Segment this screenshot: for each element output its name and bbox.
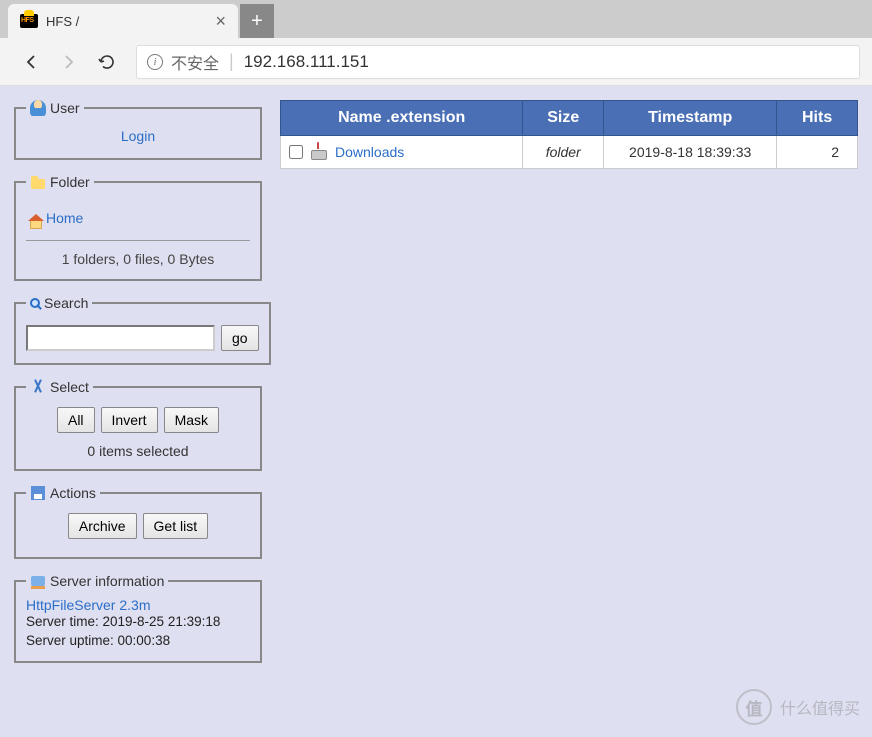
actions-legend-text: Actions: [50, 485, 96, 501]
login-link[interactable]: Login: [26, 124, 250, 148]
hfs-favicon: [20, 14, 38, 28]
actions-panel: Actions Archive Get list: [14, 485, 262, 559]
select-legend: Select: [26, 379, 93, 395]
row-checkbox[interactable]: [289, 145, 303, 159]
watermark-text: 什么值得买: [780, 695, 860, 719]
home-icon: [30, 220, 42, 229]
server-legend: Server information: [26, 573, 168, 589]
entry-timestamp: 2019-8-18 18:39:33: [604, 136, 777, 169]
folder-panel: Folder Home 1 folders, 0 files, 0 Bytes: [14, 174, 262, 281]
new-tab-button[interactable]: +: [240, 4, 274, 38]
page-body: User Login Folder Home 1 folders, 0 file…: [0, 86, 872, 737]
info-icon[interactable]: i: [147, 54, 163, 70]
sidebar: User Login Folder Home 1 folders, 0 file…: [14, 100, 262, 723]
col-hits[interactable]: Hits: [777, 101, 858, 136]
main-content: Name .extension Size Timestamp Hits Down…: [280, 100, 858, 723]
nav-bar: i 不安全 | 192.168.111.151: [0, 38, 872, 86]
address-url: 192.168.111.151: [244, 52, 369, 72]
address-bar[interactable]: i 不安全 | 192.168.111.151: [136, 45, 860, 79]
address-separator: |: [229, 51, 234, 72]
server-time: Server time: 2019-8-25 21:39:18: [26, 613, 250, 632]
actions-legend: Actions: [26, 485, 100, 501]
search-input[interactable]: [26, 325, 215, 351]
server-icon: [30, 573, 46, 589]
select-panel: Select All Invert Mask 0 items selected: [14, 379, 262, 471]
folder-legend-text: Folder: [50, 174, 90, 190]
search-icon: [30, 298, 40, 308]
user-icon: [30, 100, 46, 116]
tab-title: HFS /: [46, 14, 215, 29]
user-legend: User: [26, 100, 84, 116]
select-mask-button[interactable]: Mask: [164, 407, 219, 433]
folder-icon: [30, 174, 46, 190]
scissors-icon: [30, 379, 46, 395]
search-panel: Search go: [14, 295, 271, 365]
drive-icon: [311, 144, 327, 160]
getlist-button[interactable]: Get list: [143, 513, 209, 539]
entry-link[interactable]: Downloads: [335, 144, 404, 160]
arrow-right-icon: [59, 52, 79, 72]
search-legend-text: Search: [44, 295, 88, 311]
select-legend-text: Select: [50, 379, 89, 395]
arrow-left-icon: [21, 52, 41, 72]
back-button[interactable]: [12, 43, 50, 81]
tab-bar: HFS / × +: [0, 0, 872, 38]
divider: [26, 240, 250, 241]
user-legend-text: User: [50, 100, 80, 116]
watermark-icon: 值: [736, 689, 772, 725]
server-version-link[interactable]: HttpFileServer 2.3m: [26, 597, 150, 613]
folder-stats: 1 folders, 0 files, 0 Bytes: [26, 249, 250, 269]
file-table: Name .extension Size Timestamp Hits Down…: [280, 100, 858, 169]
select-invert-button[interactable]: Invert: [101, 407, 158, 433]
entry-size: folder: [523, 136, 604, 169]
forward-button[interactable]: [50, 43, 88, 81]
entry-hits: 2: [777, 136, 858, 169]
user-panel: User Login: [14, 100, 262, 160]
folder-legend: Folder: [26, 174, 94, 190]
server-legend-text: Server information: [50, 573, 164, 589]
refresh-icon: [97, 52, 117, 72]
archive-button[interactable]: Archive: [68, 513, 137, 539]
disk-icon: [30, 485, 46, 501]
server-uptime: Server uptime: 00:00:38: [26, 632, 250, 651]
col-name[interactable]: Name .extension: [281, 101, 523, 136]
col-timestamp[interactable]: Timestamp: [604, 101, 777, 136]
go-button[interactable]: go: [221, 325, 259, 351]
watermark: 值 什么值得买: [736, 689, 860, 725]
col-size[interactable]: Size: [523, 101, 604, 136]
select-status: 0 items selected: [26, 441, 250, 459]
server-panel: Server information HttpFileServer 2.3m S…: [14, 573, 262, 663]
close-tab-icon[interactable]: ×: [215, 12, 226, 30]
refresh-button[interactable]: [88, 43, 126, 81]
home-link[interactable]: Home: [46, 210, 83, 226]
table-row: Downloads folder 2019-8-18 18:39:33 2: [281, 136, 858, 169]
select-all-button[interactable]: All: [57, 407, 95, 433]
browser-tab[interactable]: HFS / ×: [8, 4, 238, 38]
security-warning: 不安全: [171, 50, 219, 74]
search-legend: Search: [26, 295, 92, 311]
